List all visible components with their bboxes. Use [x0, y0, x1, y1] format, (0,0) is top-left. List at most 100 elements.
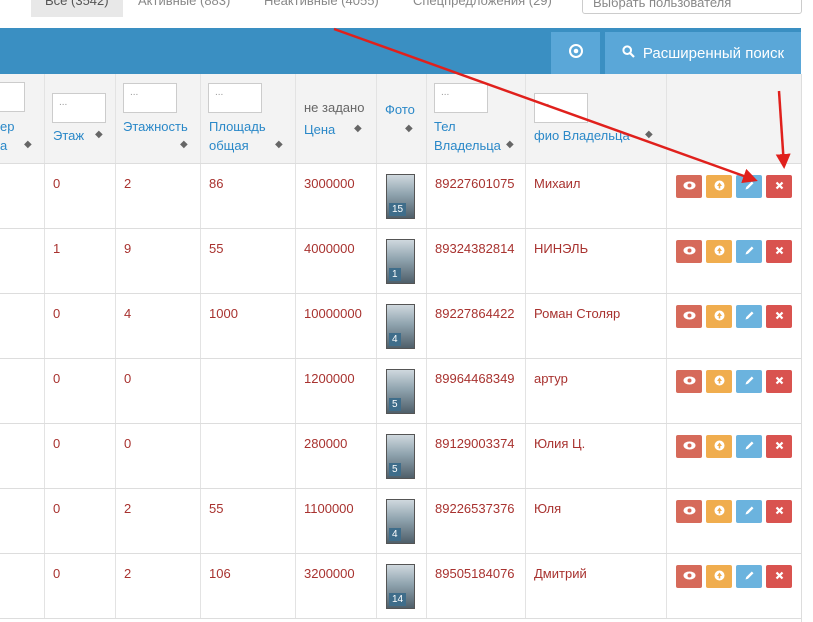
sort-icon[interactable]: ◆ [405, 123, 413, 134]
table-row[interactable]: 0 2 106 3200000 14 89505184076 Дмитрий [0, 554, 801, 619]
column-divider [376, 294, 377, 358]
cell-floors-total: 4 [124, 306, 132, 321]
eye-icon [683, 571, 696, 583]
cell-phone: 89964468349 [435, 371, 515, 386]
table-row[interactable]: 0 2 86 3000000 15 89227601075 Михаил [0, 164, 801, 229]
table-row[interactable]: 0 2 55 1100000 4 89226537376 Юля [0, 489, 801, 554]
tab-all[interactable]: Все (3542) [31, 0, 123, 17]
view-button[interactable] [676, 175, 702, 198]
view-button[interactable] [676, 565, 702, 588]
column-divider [426, 229, 427, 293]
cell-area: 55 [209, 501, 224, 516]
header-phone-label-2[interactable]: Владельца [434, 136, 501, 155]
filter-floor[interactable]: ... [52, 93, 106, 123]
cell-floor: 0 [53, 501, 61, 516]
column-divider [200, 424, 201, 488]
header-owner-label[interactable]: фио Владельца [534, 126, 630, 145]
cell-price: 3200000 [304, 566, 355, 581]
view-button[interactable] [676, 370, 702, 393]
raise-button[interactable] [706, 565, 732, 588]
cell-floor: 0 [53, 566, 61, 581]
tab-active[interactable]: Активные (883) [124, 0, 244, 17]
photo-thumbnail[interactable]: 4 [386, 304, 415, 349]
delete-button[interactable] [766, 240, 792, 263]
filter-number[interactable] [0, 82, 25, 112]
delete-button[interactable] [766, 565, 792, 588]
header-number-label-1[interactable]: ер [0, 117, 14, 136]
view-button[interactable] [676, 305, 702, 328]
cell-area: 86 [209, 176, 224, 191]
header-area-label-2[interactable]: общая [209, 136, 249, 155]
photo-count: 14 [389, 593, 407, 606]
close-icon [775, 376, 784, 388]
raise-button[interactable] [706, 500, 732, 523]
photo-thumbnail[interactable]: 4 [386, 499, 415, 544]
filter-phone[interactable]: ... [434, 83, 488, 113]
sort-icon[interactable]: ◆ [275, 139, 283, 150]
edit-button[interactable] [736, 175, 762, 198]
delete-button[interactable] [766, 435, 792, 458]
cell-floor: 0 [53, 306, 61, 321]
filter-area[interactable]: ... [208, 83, 262, 113]
edit-button[interactable] [736, 305, 762, 328]
raise-button[interactable] [706, 435, 732, 458]
cell-floor: 0 [53, 176, 61, 191]
cell-owner: Юлия Ц. [534, 436, 586, 451]
user-select[interactable]: Выбрать пользователя [582, 0, 802, 14]
raise-button[interactable] [706, 175, 732, 198]
edit-button[interactable] [736, 565, 762, 588]
photo-thumbnail[interactable]: 5 [386, 369, 415, 414]
column-divider [376, 424, 377, 488]
header-area-label-1[interactable]: Площадь [209, 117, 266, 136]
photo-count: 1 [389, 268, 401, 281]
sort-icon[interactable]: ◆ [506, 139, 514, 150]
sort-icon[interactable]: ◆ [354, 123, 362, 134]
filter-owner[interactable]: ... [534, 93, 588, 123]
header-number-label-2[interactable]: а [0, 136, 7, 155]
cell-phone: 89505184076 [435, 566, 515, 581]
sort-icon[interactable]: ◆ [645, 129, 653, 140]
arrow-up-icon [714, 375, 725, 389]
edit-button[interactable] [736, 370, 762, 393]
edit-button[interactable] [736, 240, 762, 263]
raise-button[interactable] [706, 240, 732, 263]
photo-thumbnail[interactable]: 15 [386, 174, 415, 219]
header-price-label[interactable]: Цена [304, 120, 335, 139]
photo-thumbnail[interactable]: 5 [386, 434, 415, 479]
column-divider [200, 489, 201, 553]
sort-icon[interactable]: ◆ [95, 129, 103, 140]
column-divider [376, 359, 377, 423]
raise-button[interactable] [706, 305, 732, 328]
settings-button[interactable] [551, 32, 600, 74]
sort-icon[interactable]: ◆ [24, 139, 32, 150]
table-row[interactable]: 0 0 1200000 5 89964468349 артур [0, 359, 801, 424]
header-floors-total-label[interactable]: Этажность [123, 117, 188, 136]
cell-phone: 89226537376 [435, 501, 515, 516]
header-photo-label[interactable]: Фото [385, 100, 415, 119]
edit-button[interactable] [736, 435, 762, 458]
view-button[interactable] [676, 500, 702, 523]
tab-inactive[interactable]: Неактивные (4055) [250, 0, 393, 17]
table-row[interactable]: 0 0 280000 5 89129003374 Юлия Ц. [0, 424, 801, 489]
delete-button[interactable] [766, 305, 792, 328]
view-button[interactable] [676, 240, 702, 263]
table-row[interactable]: 0 4 1000 10000000 4 89227864422 Роман Столяр [0, 294, 801, 359]
sort-icon[interactable]: ◆ [180, 139, 188, 150]
column-divider [115, 294, 116, 358]
raise-button[interactable] [706, 370, 732, 393]
filter-floors-total[interactable]: ... [123, 83, 177, 113]
photo-thumbnail[interactable]: 1 [386, 239, 415, 284]
header-phone-label-1[interactable]: Тел [434, 117, 456, 136]
view-button[interactable] [676, 435, 702, 458]
delete-button[interactable] [766, 175, 792, 198]
photo-thumbnail[interactable]: 14 [386, 564, 415, 609]
edit-button[interactable] [736, 500, 762, 523]
table-row[interactable]: 1 9 55 4000000 1 89324382814 НИНЭЛЬ [0, 229, 801, 294]
delete-button[interactable] [766, 500, 792, 523]
header-floor-label[interactable]: Этаж [53, 126, 84, 145]
tab-special-offers[interactable]: Спецпредложения (29) [399, 0, 566, 17]
advanced-search-button[interactable]: Расширенный поиск [605, 32, 801, 74]
price-filter-select[interactable]: не задано [304, 100, 364, 115]
delete-button[interactable] [766, 370, 792, 393]
table-right-border [801, 74, 802, 622]
